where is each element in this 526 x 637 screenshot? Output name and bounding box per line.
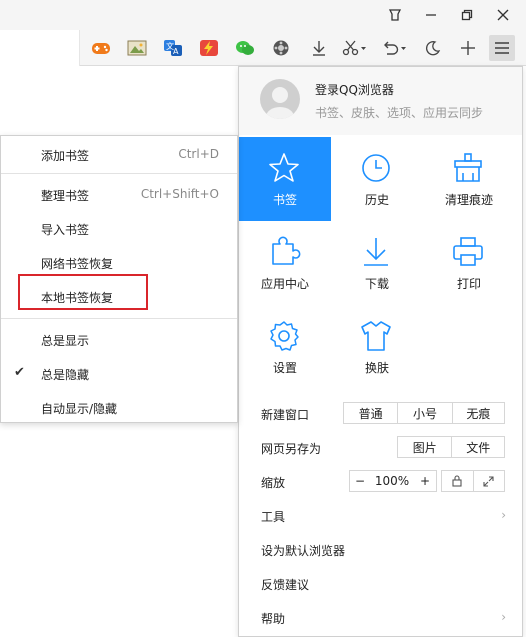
wechat-icon[interactable]	[232, 35, 258, 61]
fullscreen-icon[interactable]	[472, 471, 505, 491]
puzzle-icon	[272, 236, 301, 265]
game-icon[interactable]	[88, 35, 114, 61]
new-tab-icon[interactable]	[455, 35, 481, 61]
organize-bookmarks-label: 整理书签	[41, 189, 90, 203]
grid-item-skin[interactable]: 换肤	[331, 305, 423, 389]
new-window-normal-button[interactable]: 普通	[344, 403, 397, 423]
grid-item-clear-traces[interactable]: 清理痕迹	[423, 137, 515, 221]
highlight-box	[18, 274, 148, 310]
default-browser-label: 设为默认浏览器	[261, 544, 346, 558]
add-bookmark-item[interactable]: 添加书签 Ctrl+D	[1, 141, 237, 169]
grid-item-settings[interactable]: 设置	[239, 305, 331, 389]
menu-icon[interactable]	[489, 35, 515, 61]
grid-label: 打印	[456, 277, 481, 291]
always-hide-label: 总是隐藏	[41, 368, 90, 382]
zoom-control: − 100% +	[349, 470, 437, 492]
net-bookmark-restore-item[interactable]: 网络书签恢复	[1, 249, 237, 277]
grid-label: 书签	[272, 193, 297, 207]
grid-item-history[interactable]: 历史	[331, 137, 423, 221]
net-bookmark-restore-label: 网络书签恢复	[41, 257, 114, 271]
chevron-right-icon: ›	[501, 508, 506, 522]
new-window-incognito-button[interactable]: 无痕	[451, 403, 504, 423]
printer-icon	[453, 237, 483, 266]
svg-text:A: A	[173, 47, 179, 56]
divider	[1, 318, 237, 319]
flash-icon[interactable]	[196, 35, 222, 61]
night-mode-icon[interactable]	[420, 35, 446, 61]
translate-icon[interactable]: 文A	[160, 35, 186, 61]
download-icon	[364, 238, 388, 266]
always-hide-item[interactable]: ✔ 总是隐藏	[1, 360, 237, 388]
zoom-extra-controls	[441, 470, 505, 492]
help-label: 帮助	[261, 612, 286, 626]
save-as-row: 网页另存为 图片 文件	[239, 431, 522, 465]
grid-label: 历史	[364, 193, 389, 207]
save-as-options: 图片 文件	[397, 436, 505, 458]
add-bookmark-label: 添加书签	[41, 149, 90, 163]
title-bar	[0, 0, 526, 30]
add-bookmark-shortcut: Ctrl+D	[178, 147, 219, 161]
always-show-label: 总是显示	[41, 334, 90, 348]
grid-label: 下载	[364, 277, 389, 291]
film-icon[interactable]	[268, 35, 294, 61]
image-icon[interactable]	[124, 35, 150, 61]
close-icon[interactable]	[486, 0, 520, 30]
address-bar[interactable]	[0, 30, 80, 66]
grid-label: 清理痕迹	[444, 193, 493, 207]
grid-label: 应用中心	[260, 277, 309, 291]
star-icon	[269, 153, 299, 182]
zoom-minus-button[interactable]: −	[350, 471, 370, 491]
organize-bookmarks-shortcut: Ctrl+Shift+O	[140, 187, 219, 201]
scissors-icon[interactable]	[338, 35, 372, 61]
feedback-label: 反馈建议	[261, 578, 310, 592]
organize-bookmarks-item[interactable]: 整理书签 Ctrl+Shift+O	[1, 181, 237, 209]
shirt-icon	[361, 321, 391, 351]
default-browser-row[interactable]: 设为默认浏览器	[239, 533, 522, 567]
auto-hide-item[interactable]: 自动显示/隐藏	[1, 394, 237, 422]
lock-icon[interactable]	[442, 471, 473, 491]
avatar[interactable]	[260, 79, 300, 119]
check-icon: ✔	[14, 365, 25, 380]
login-section[interactable]: 登录QQ浏览器 书签、皮肤、选项、应用云同步	[239, 67, 522, 135]
help-row[interactable]: 帮助 ›	[239, 601, 522, 635]
maximize-icon[interactable]	[450, 0, 484, 30]
grid-item-print[interactable]: 打印	[423, 221, 515, 305]
new-window-options: 普通 小号 无痕	[343, 402, 505, 424]
save-as-label: 网页另存为	[261, 442, 322, 456]
save-as-image-button[interactable]: 图片	[398, 437, 451, 457]
tools-label: 工具	[261, 510, 286, 524]
bookmark-submenu: 添加书签 Ctrl+D 整理书签 Ctrl+Shift+O 导入书签 网络书签恢…	[0, 135, 238, 423]
grid-item-bookmarks[interactable]: 书签	[239, 137, 331, 221]
grid-item-app-center[interactable]: 应用中心	[239, 221, 331, 305]
zoom-row: 缩放 − 100% +	[239, 465, 522, 499]
grid-label: 换肤	[364, 361, 389, 375]
new-window-small-button[interactable]: 小号	[397, 403, 451, 423]
login-subtitle: 书签、皮肤、选项、应用云同步	[315, 106, 484, 120]
zoom-plus-button[interactable]: +	[414, 471, 436, 491]
skin-icon[interactable]	[378, 0, 412, 30]
minimize-icon[interactable]	[414, 0, 448, 30]
undo-icon[interactable]	[378, 35, 412, 61]
download-icon[interactable]	[306, 35, 332, 61]
grid-label: 设置	[272, 361, 297, 375]
zoom-label: 缩放	[261, 476, 286, 490]
feedback-row[interactable]: 反馈建议	[239, 567, 522, 601]
import-bookmarks-item[interactable]: 导入书签	[1, 215, 237, 243]
gear-icon	[270, 321, 299, 351]
new-window-row: 新建窗口 普通 小号 无痕	[239, 397, 522, 431]
divider	[1, 173, 237, 174]
auto-hide-label: 自动显示/隐藏	[41, 402, 118, 416]
import-bookmarks-label: 导入书签	[41, 223, 90, 237]
new-window-label: 新建窗口	[261, 408, 310, 422]
broom-icon	[454, 153, 482, 182]
save-as-file-button[interactable]: 文件	[451, 437, 504, 457]
clock-icon	[362, 154, 390, 182]
always-show-item[interactable]: 总是显示	[1, 326, 237, 354]
tools-row[interactable]: 工具 ›	[239, 499, 522, 533]
login-title[interactable]: 登录QQ浏览器	[315, 81, 394, 98]
grid-item-download[interactable]: 下载	[331, 221, 423, 305]
chevron-right-icon: ›	[501, 610, 506, 624]
main-menu: 登录QQ浏览器 书签、皮肤、选项、应用云同步 书签 历史 清理痕迹 应用中心 下…	[238, 66, 523, 637]
zoom-value: 100%	[374, 474, 410, 488]
